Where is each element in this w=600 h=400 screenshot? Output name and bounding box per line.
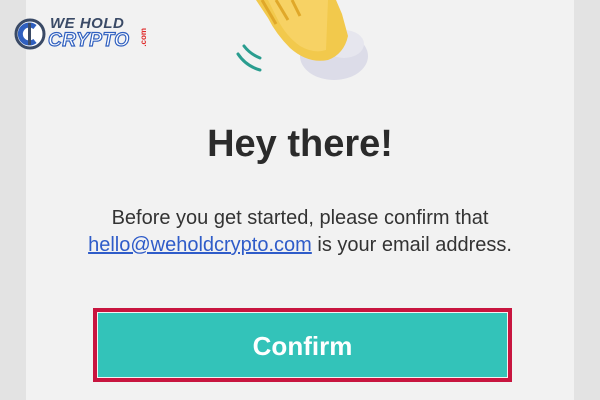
message-text-before: Before you get started, please confirm t…	[111, 207, 489, 229]
right-backdrop	[574, 0, 600, 400]
logo-coin-icon	[14, 18, 46, 50]
confirm-button[interactable]: Confirm	[98, 313, 507, 377]
message-text-after: is your email address.	[311, 234, 512, 256]
site-logo: WE HOLD CRYPTO .com	[14, 16, 148, 56]
confirmation-message: Before you get started, please confirm t…	[66, 205, 534, 259]
logo-domain-suffix: .com	[139, 28, 148, 47]
email-confirmation-card: Hey there! Before you get started, pleas…	[26, 0, 574, 400]
logo-text-main: CRYPTO	[47, 29, 130, 51]
waving-hand-icon	[216, 0, 386, 90]
page-title: Hey there!	[207, 123, 393, 165]
email-link[interactable]: hello@weholdcrypto.com	[88, 234, 312, 256]
left-backdrop	[0, 0, 26, 400]
